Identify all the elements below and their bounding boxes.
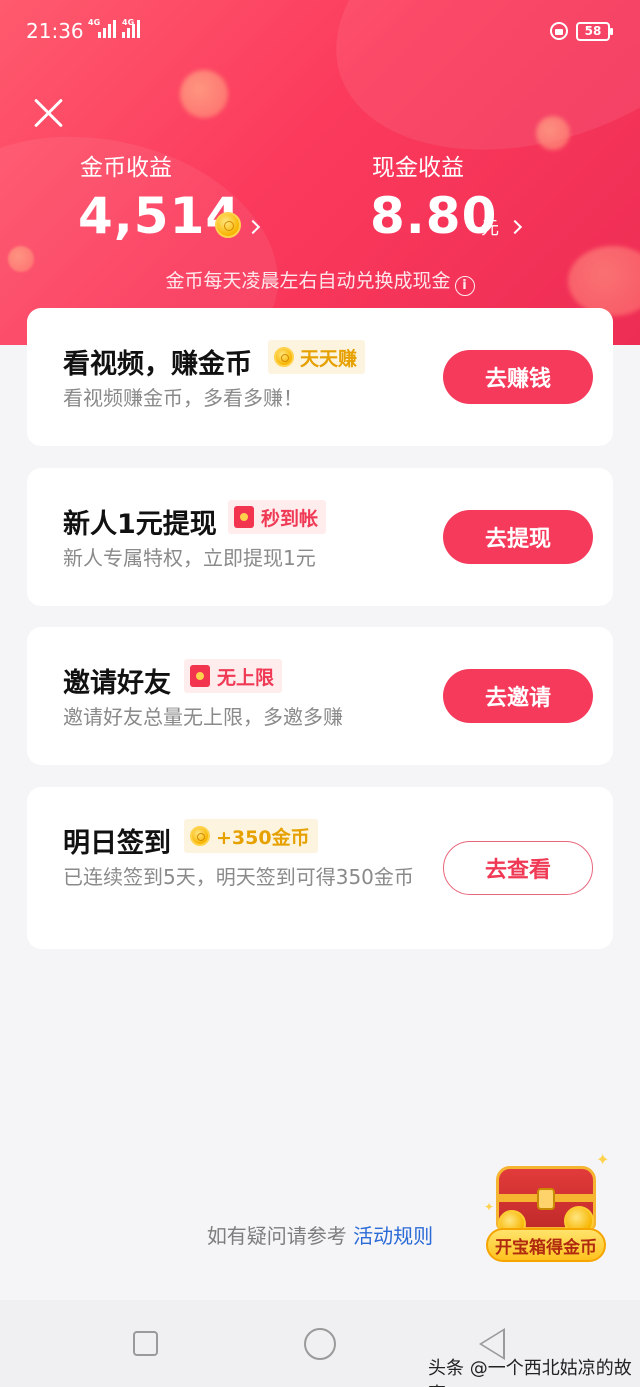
coin-icon — [274, 347, 294, 367]
task-card-daily-checkin: 明日签到 +350金币 已连续签到5天，明天签到可得350金币 去查看 — [27, 787, 613, 949]
task-tag-label: 秒到帐 — [261, 507, 319, 530]
go-invite-button[interactable]: 去邀请 — [443, 669, 593, 723]
treasure-chest-button[interactable]: ✦ ✦ 开宝箱得金币 — [484, 1148, 610, 1262]
go-earn-button[interactable]: 去赚钱 — [443, 350, 593, 404]
task-desc: 邀请好友总量无上限，多邀多赚 — [63, 705, 343, 729]
battery-icon: 58 — [576, 22, 613, 41]
sparkle-icon: ✦ — [596, 1150, 610, 1169]
treasure-chest-label: 开宝箱得金币 — [486, 1228, 606, 1262]
status-time: 21:36 — [26, 19, 84, 43]
cash-income-label: 现金收益 — [372, 155, 464, 181]
task-card-watch-video: 看视频，赚金币 天天赚 看视频赚金币，多看多赚！ 去赚钱 — [27, 308, 613, 446]
coin-icon — [190, 826, 210, 846]
red-envelope-icon — [190, 665, 210, 687]
activity-rules-link[interactable]: 活动规则 — [353, 1224, 433, 1248]
task-tag-label: 无上限 — [217, 666, 275, 689]
lock-icon — [550, 22, 568, 40]
task-tag: +350金币 — [184, 819, 318, 853]
view-checkin-button[interactable]: 去查看 — [443, 841, 593, 895]
cash-income-value[interactable]: 8.80 — [370, 186, 497, 246]
help-text: 如有疑问请参考 — [206, 1224, 354, 1248]
coin-decoration — [180, 70, 228, 118]
task-tag: 无上限 — [184, 659, 283, 693]
cash-unit: 元 — [481, 218, 499, 239]
task-desc: 新人专属特权，立即提现1元 — [63, 546, 316, 570]
signal-icon — [122, 18, 140, 38]
status-bar: 21:36 4G 4G 58 — [0, 0, 640, 64]
task-desc: 已连续签到5天，明天签到可得350金币 — [63, 865, 414, 889]
task-title: 邀请好友 — [63, 668, 171, 699]
chest-lock-icon — [537, 1188, 555, 1210]
exchange-note-text: 金币每天凌晨左右自动兑换成现金 — [165, 270, 451, 292]
signal-icon — [98, 18, 116, 38]
earnings-header: 21:36 4G 4G 58 金币收益 4,514 现金收益 8.80 元 金币… — [0, 0, 640, 345]
task-title: 明日签到 — [63, 828, 171, 859]
recent-apps-icon[interactable] — [133, 1331, 158, 1356]
coin-icon — [215, 212, 241, 238]
task-tag-label: 天天赚 — [300, 347, 358, 370]
chevron-right-icon[interactable] — [507, 219, 523, 235]
go-withdraw-button[interactable]: 去提现 — [443, 510, 593, 564]
close-icon[interactable] — [32, 96, 66, 130]
task-title: 看视频，赚金币 — [63, 349, 252, 380]
task-card-invite-friends: 邀请好友 无上限 邀请好友总量无上限，多邀多赚 去邀请 — [27, 627, 613, 765]
task-card-new-user-withdraw: 新人1元提现 秒到帐 新人专属特权，立即提现1元 去提现 — [27, 468, 613, 606]
coin-income-label: 金币收益 — [80, 155, 172, 181]
sparkle-icon: ✦ — [484, 1200, 495, 1214]
info-icon[interactable]: i — [454, 276, 475, 296]
coin-income-value[interactable]: 4,514 — [78, 186, 241, 246]
task-desc: 看视频赚金币，多看多赚！ — [63, 386, 303, 410]
red-envelope-icon — [234, 506, 254, 528]
exchange-note: 金币每天凌晨左右自动兑换成现金 i — [0, 266, 640, 296]
watermark: 头条 @一个西北姑凉的故事 — [428, 1358, 632, 1387]
task-title: 新人1元提现 — [63, 509, 217, 540]
coin-decoration — [536, 116, 570, 150]
task-tag-label: +350金币 — [216, 826, 310, 849]
task-tag: 天天赚 — [268, 340, 366, 374]
home-icon[interactable] — [304, 1328, 336, 1360]
task-tag: 秒到帐 — [228, 500, 327, 534]
